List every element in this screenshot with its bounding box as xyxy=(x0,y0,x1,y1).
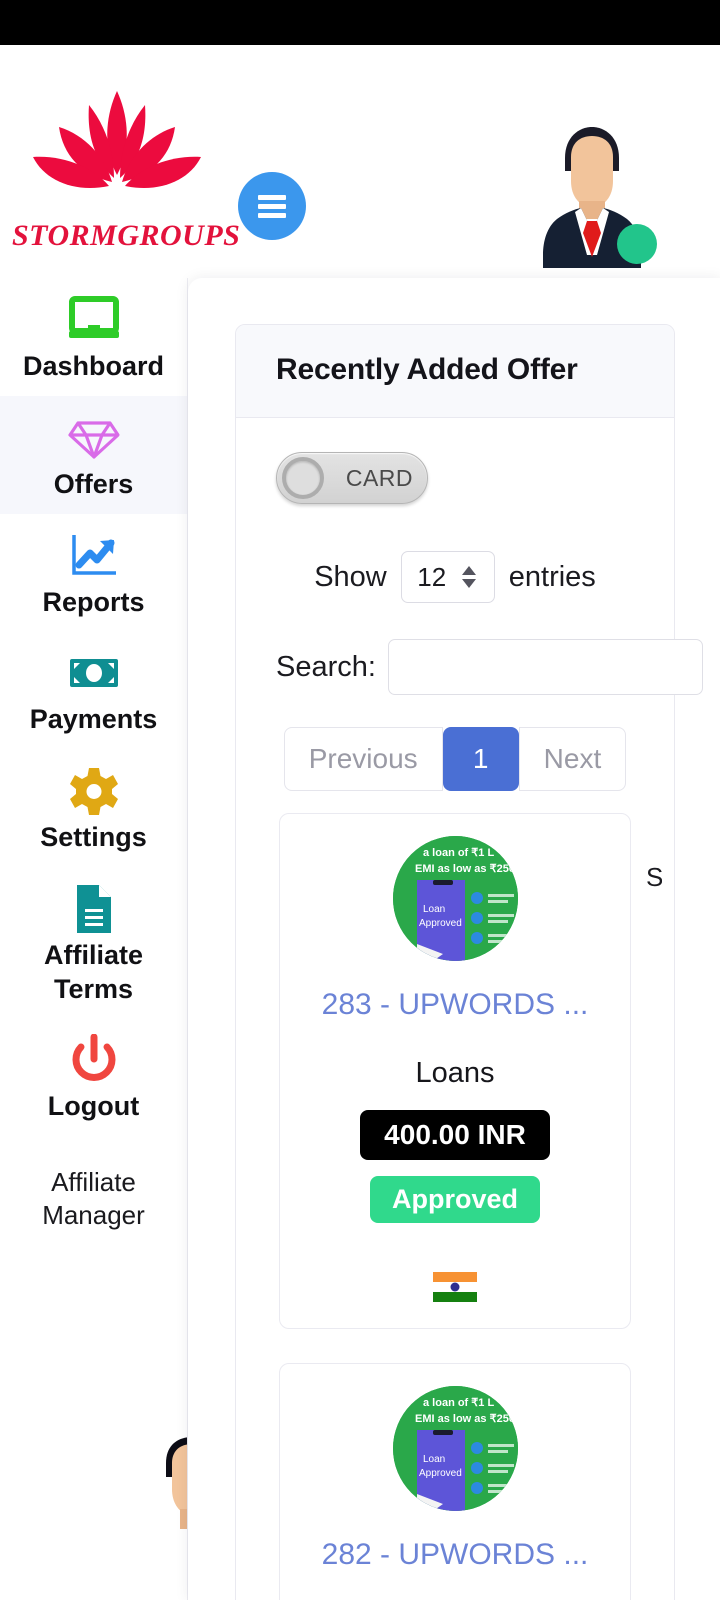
sidebar-item-label: Affiliate Manager xyxy=(42,1167,145,1230)
card-view-toggle[interactable]: CARD xyxy=(276,452,428,504)
sidebar-item-label: Dashboard xyxy=(22,351,165,381)
offer-name[interactable]: 282 - UPWORDS ... xyxy=(280,1537,630,1573)
sidebar-item-label: Payments xyxy=(29,704,158,735)
card-body: CARD Show 12 entries Search: Previous 1 … xyxy=(236,418,703,1600)
hamburger-menu-icon xyxy=(258,191,286,222)
monitor-icon xyxy=(4,294,183,346)
offer-country xyxy=(280,1271,630,1303)
content-panel: Recently Added Offer CARD Show 12 entrie… xyxy=(188,278,720,1600)
svg-text:Loan: Loan xyxy=(423,904,445,915)
search-label: Search: xyxy=(276,650,376,683)
svg-text:a loan of ₹1 L: a loan of ₹1 L xyxy=(423,847,494,859)
sidebar-item-affiliate-manager[interactable]: Affiliate Manager xyxy=(0,1136,187,1243)
entries-value: 12 xyxy=(417,561,447,592)
sidebar-item-logout[interactable]: Logout xyxy=(0,1018,187,1136)
sidebar-item-label: Offers xyxy=(53,468,134,499)
offer-status-badge: Approved xyxy=(369,1176,540,1223)
toggle-knob xyxy=(282,457,324,499)
toggle-row: CARD xyxy=(236,452,674,509)
offer-tile[interactable]: a loan of ₹1 L EMI as low as ₹2500 Loan … xyxy=(279,1363,631,1600)
sidebar-item-payments[interactable]: Payments xyxy=(0,631,187,749)
pagination: Previous 1 Next xyxy=(236,727,674,791)
search-input[interactable] xyxy=(387,639,703,695)
svg-text:a loan of ₹1 L: a loan of ₹1 L xyxy=(423,1397,494,1409)
gear-icon xyxy=(4,765,183,817)
sidebar-avatar-partial xyxy=(148,1433,187,1563)
banknote-icon xyxy=(4,647,183,699)
loan-offer-thumbnail: a loan of ₹1 L EMI as low as ₹2500 Loan … xyxy=(392,1386,518,1512)
sidebar-item-label: Settings xyxy=(40,822,147,852)
show-label: Show xyxy=(314,560,387,593)
toggle-label: CARD xyxy=(345,464,413,491)
sidebar-item-label: Logout xyxy=(47,1091,140,1122)
sidebar-item-settings[interactable]: Settings xyxy=(0,749,187,867)
user-avatar[interactable] xyxy=(527,123,657,268)
sidebar-item-label: Affiliate Terms xyxy=(43,939,143,1004)
chart-up-icon xyxy=(4,530,183,582)
lotus-icon xyxy=(12,83,222,223)
pagination-page-1-button[interactable]: 1 xyxy=(442,727,519,791)
svg-text:Approved: Approved xyxy=(419,918,462,929)
pagination-next-button[interactable]: Next xyxy=(518,727,627,791)
entries-label: entries xyxy=(508,560,596,593)
brand-name: STORMGROUPS xyxy=(12,219,241,252)
document-icon xyxy=(4,883,183,935)
recently-added-offer-card: Recently Added Offer CARD Show 12 entrie… xyxy=(235,324,703,1600)
hamburger-menu-button[interactable] xyxy=(238,172,306,240)
offer-category: Loans xyxy=(415,1057,495,1089)
sidebar-item-label: Reports xyxy=(42,586,145,617)
offer-price-badge: 400.00 INR xyxy=(360,1110,550,1160)
status-bar xyxy=(0,0,720,45)
sidebar-item-affiliate-terms[interactable]: Affiliate Terms xyxy=(0,867,187,1019)
svg-text:EMI as low as ₹2500: EMI as low as ₹2500 xyxy=(415,863,518,875)
brand-logo[interactable]: STORMGROUPS xyxy=(12,83,241,253)
sidebar-item-offers[interactable]: Offers xyxy=(0,395,187,514)
entries-per-page-select[interactable]: 12 xyxy=(400,551,495,603)
entries-row: Show 12 entries xyxy=(236,551,674,603)
power-icon xyxy=(4,1034,183,1086)
overflow-text-fragment: S xyxy=(646,862,662,892)
pagination-previous-button[interactable]: Previous xyxy=(283,727,443,791)
spinner-arrows-icon xyxy=(460,564,478,590)
sidebar: Dashboard Offers Reports Payments Settin… xyxy=(0,278,188,1600)
sidebar-item-reports[interactable]: Reports xyxy=(0,514,187,632)
india-flag-icon xyxy=(433,1272,477,1303)
page-title: Recently Added Offer xyxy=(276,353,578,386)
app-root: STORMGROUPS Dashboard Offers Reports Pay… xyxy=(0,0,720,1600)
online-status-dot xyxy=(617,224,657,264)
svg-text:EMI as low as ₹2500: EMI as low as ₹2500 xyxy=(415,1413,518,1425)
offer-list: S a loan of ₹1 L EMI as low as ₹2500 Loa… xyxy=(236,813,674,1600)
card-header: Recently Added Offer xyxy=(236,325,674,418)
sidebar-item-dashboard[interactable]: Dashboard xyxy=(0,278,187,396)
svg-text:Approved: Approved xyxy=(419,1468,462,1479)
offer-name[interactable]: 283 - UPWORDS ... xyxy=(280,987,630,1023)
svg-text:Loan: Loan xyxy=(423,1454,445,1465)
diamond-icon xyxy=(4,412,183,464)
top-header: STORMGROUPS xyxy=(0,45,720,278)
offer-tile[interactable]: S a loan of ₹1 L EMI as low as ₹2500 Loa… xyxy=(279,813,662,1330)
search-row: Search: xyxy=(236,639,703,695)
loan-offer-thumbnail: a loan of ₹1 L EMI as low as ₹2500 Loan … xyxy=(392,836,518,961)
